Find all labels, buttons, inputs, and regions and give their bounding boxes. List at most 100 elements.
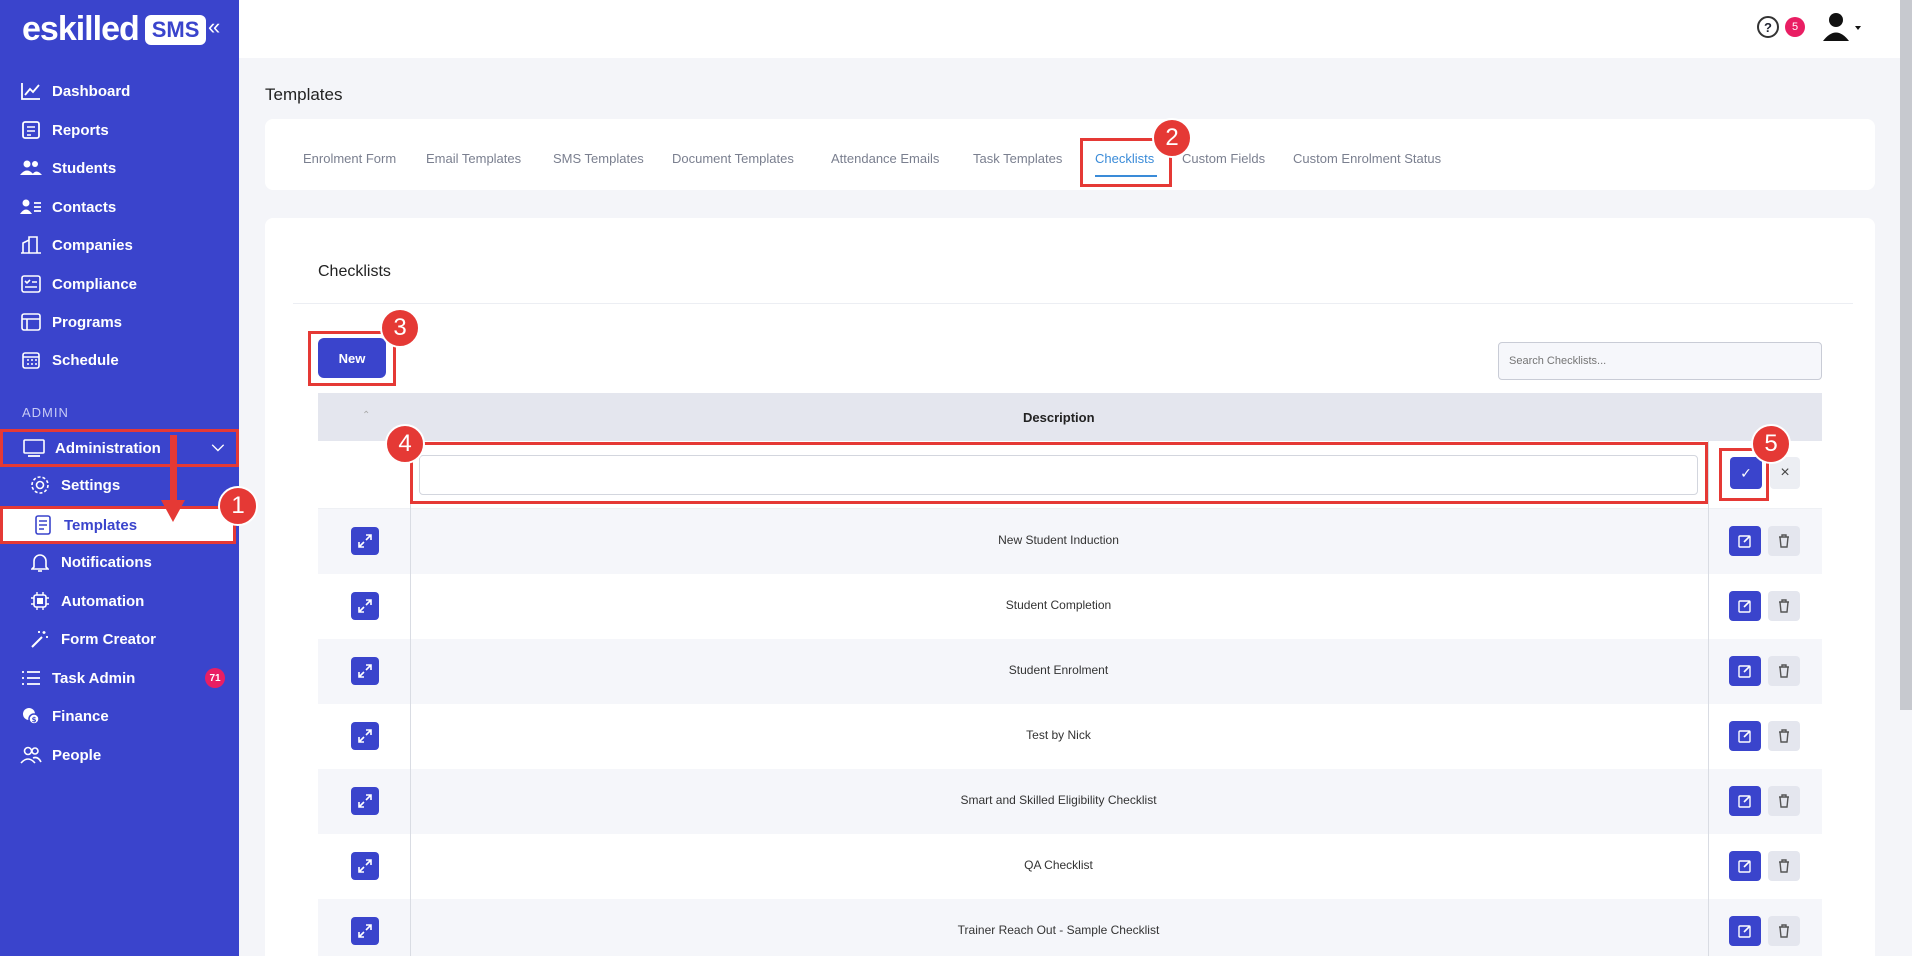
expand-button[interactable] (351, 722, 379, 750)
step-marker-4: 4 (385, 424, 425, 464)
column-header-description[interactable]: Description (1023, 410, 1095, 425)
row-description: Trainer Reach Out - Sample Checklist (957, 923, 1160, 937)
table-row: New Student Induction (318, 509, 1822, 574)
svg-text:$: $ (32, 716, 37, 724)
expand-button[interactable] (351, 852, 379, 880)
finance-icon: $ (20, 705, 42, 727)
expand-button[interactable] (351, 787, 379, 815)
tab-enrolment-form[interactable]: Enrolment Form (303, 151, 396, 166)
help-icon[interactable]: ? (1757, 16, 1779, 38)
trash-icon (1779, 794, 1789, 808)
sidebar-item-programs[interactable]: Programs (0, 305, 239, 339)
sort-caret-icon[interactable]: ⌃ (362, 410, 370, 421)
sidebar-item-notifications[interactable]: Notifications (0, 545, 239, 579)
edit-button[interactable] (1729, 721, 1761, 751)
sidebar-item-reports[interactable]: Reports (0, 113, 239, 147)
page-title: Templates (265, 85, 343, 104)
sidebar-item-contacts[interactable]: Contacts (0, 190, 239, 224)
user-menu[interactable] (1822, 12, 1862, 42)
tab-email-templates[interactable]: Email Templates (426, 151, 521, 166)
list-icon (20, 667, 42, 689)
delete-button[interactable] (1768, 591, 1800, 621)
expand-icon (358, 859, 372, 873)
expand-button[interactable] (351, 917, 379, 945)
sidebar-item-label: Schedule (52, 351, 119, 369)
delete-button[interactable] (1768, 851, 1800, 881)
expand-button[interactable] (351, 527, 379, 555)
sidebar-item-form-creator[interactable]: Form Creator (0, 622, 239, 656)
edit-button[interactable] (1729, 591, 1761, 621)
count-badge: 71 (205, 668, 225, 688)
scrollbar[interactable] (1900, 0, 1912, 710)
delete-button[interactable] (1768, 656, 1800, 686)
sidebar-item-compliance[interactable]: Compliance (0, 267, 239, 301)
sidebar-item-people[interactable]: People (0, 738, 239, 772)
expand-icon (358, 924, 372, 938)
search-input[interactable] (1498, 342, 1822, 380)
user-avatar-icon (1823, 13, 1861, 41)
sidebar-item-automation[interactable]: Automation (0, 584, 239, 618)
expand-icon (358, 729, 372, 743)
edit-icon (1738, 925, 1751, 938)
edit-icon (1738, 730, 1751, 743)
delete-button[interactable] (1768, 786, 1800, 816)
sidebar-item-label: Students (52, 159, 117, 177)
sidebar-item-finance[interactable]: $ Finance (0, 699, 239, 733)
chip-icon (29, 590, 51, 612)
trash-icon (1779, 534, 1789, 548)
tab-custom-enrolment-status[interactable]: Custom Enrolment Status (1293, 151, 1441, 166)
edit-button[interactable] (1729, 786, 1761, 816)
expand-button[interactable] (351, 592, 379, 620)
table-row: QA Checklist (318, 834, 1822, 899)
expand-icon (358, 794, 372, 808)
sidebar-item-label: People (52, 746, 102, 764)
tab-attendance-emails[interactable]: Attendance Emails (831, 151, 939, 166)
sidebar-item-label: Finance (52, 707, 109, 725)
tab-document-templates[interactable]: Document Templates (672, 151, 794, 166)
sidebar-item-settings[interactable]: Settings (0, 468, 239, 502)
sidebar-item-dashboard[interactable]: Dashboard (0, 74, 239, 108)
compliance-icon (20, 273, 42, 295)
expand-button[interactable] (351, 657, 379, 685)
delete-button[interactable] (1768, 526, 1800, 556)
students-icon (20, 157, 42, 179)
sidebar-item-companies[interactable]: Companies (0, 228, 239, 262)
table-row: Smart and Skilled Eligibility Checklist (318, 769, 1822, 834)
sidebar-item-schedule[interactable]: Schedule (0, 343, 239, 377)
sidebar-item-label: Notifications (61, 553, 152, 571)
highlight-administration (0, 429, 239, 467)
step-marker-2: 2 (1152, 118, 1192, 158)
logo[interactable]: eskilled SMS (22, 10, 207, 49)
sidebar-item-label: Reports (52, 121, 109, 139)
sidebar-item-label: Automation (61, 592, 145, 610)
row-description: QA Checklist (1024, 858, 1093, 872)
sidebar-item-task-admin[interactable]: Task Admin 71 (0, 661, 239, 695)
trash-icon (1779, 924, 1789, 938)
calendar-icon (20, 349, 42, 371)
edit-icon (1738, 665, 1751, 678)
delete-button[interactable] (1768, 916, 1800, 946)
tab-sms-templates[interactable]: SMS Templates (553, 151, 644, 166)
section-label-admin: ADMIN (22, 405, 69, 420)
chart-line-icon (20, 80, 42, 102)
delete-button[interactable] (1768, 721, 1800, 751)
step-marker-3: 3 (380, 308, 420, 348)
step-marker-5: 5 (1751, 424, 1791, 464)
edit-button[interactable] (1729, 916, 1761, 946)
column-divider (1708, 441, 1709, 956)
edit-button[interactable] (1729, 656, 1761, 686)
sidebar-item-students[interactable]: Students (0, 151, 239, 185)
table-row: Student Enrolment (318, 639, 1822, 704)
edit-button[interactable] (1729, 851, 1761, 881)
sidebar-item-label: Form Creator (61, 630, 157, 648)
expand-icon (358, 534, 372, 548)
edit-icon (1738, 600, 1751, 613)
tab-task-templates[interactable]: Task Templates (973, 151, 1062, 166)
collapse-sidebar-icon[interactable]: « (208, 14, 220, 40)
close-icon: × (1780, 464, 1790, 481)
notification-badge[interactable]: 5 (1785, 17, 1805, 37)
edit-button[interactable] (1729, 526, 1761, 556)
table-row: Test by Nick (318, 704, 1822, 769)
row-description: Student Completion (1005, 598, 1112, 612)
tab-custom-fields[interactable]: Custom Fields (1182, 151, 1265, 166)
